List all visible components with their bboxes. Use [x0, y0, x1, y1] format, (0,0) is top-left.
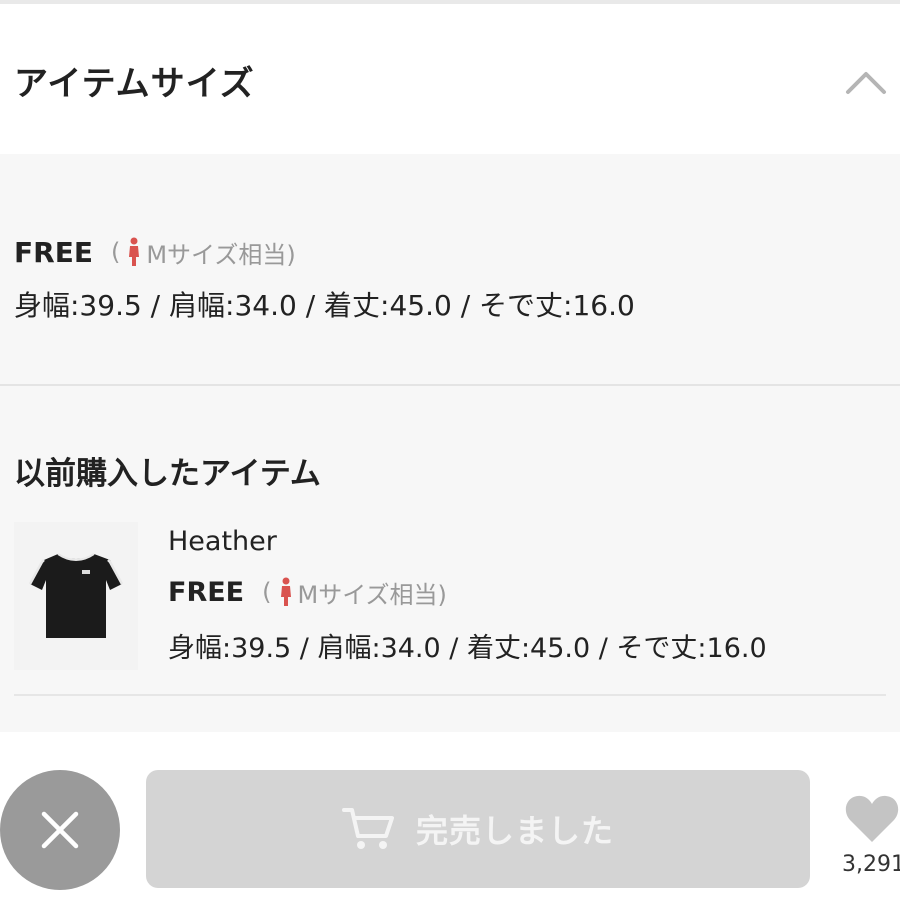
favorite-count: 3,291	[842, 852, 900, 877]
sold-out-button[interactable]: 完売しました	[146, 770, 810, 888]
action-bar: 完売しました 3,291	[0, 732, 900, 900]
equiv-text: Mサイズ相当)	[297, 580, 447, 609]
section-title: アイテムサイズ	[14, 64, 255, 104]
item-size-row: FREE ( Mサイズ相当)	[168, 572, 447, 612]
person-icon	[129, 237, 140, 266]
size-measurements: 身幅:39.5 / 肩幅:34.0 / 着丈:45.0 / そで丈:16.0	[14, 289, 635, 322]
product-thumbnail[interactable]	[14, 522, 138, 670]
item-size-name: FREE	[168, 576, 245, 608]
close-button[interactable]	[0, 770, 120, 890]
size-row: FREE ( Mサイズ相当)	[14, 232, 296, 272]
cart-icon	[341, 808, 394, 849]
equiv-text: Mサイズ相当)	[146, 240, 296, 269]
item-size-equivalent: ( Mサイズ相当)	[262, 575, 447, 610]
tshirt-image	[28, 553, 124, 638]
size-name: FREE	[14, 235, 93, 269]
size-equivalent: ( Mサイズ相当)	[111, 235, 296, 270]
sold-out-label: 完売しました	[415, 812, 614, 850]
item-brand: Heather	[168, 526, 277, 557]
equiv-paren: (	[110, 238, 121, 266]
previous-items-title: 以前購入したアイテム	[14, 456, 321, 492]
equiv-paren: (	[262, 578, 272, 606]
chevron-up-icon[interactable]	[844, 66, 888, 96]
item-measurements: 身幅:39.5 / 肩幅:34.0 / 着丈:45.0 / そで丈:16.0	[168, 633, 767, 664]
item-divider	[14, 694, 886, 696]
size-info-panel: FREE ( Mサイズ相当) 身幅:39.5 / 肩幅:34.0 / 着丈:45…	[0, 154, 900, 386]
person-icon	[280, 577, 291, 606]
previous-items-panel: 以前購入したアイテム Heather FREE ( Mサイズ相当) 身幅:39.…	[0, 386, 900, 732]
close-icon	[41, 811, 79, 849]
item-size-header[interactable]: アイテムサイズ	[0, 4, 900, 154]
heart-icon[interactable]	[844, 794, 900, 844]
